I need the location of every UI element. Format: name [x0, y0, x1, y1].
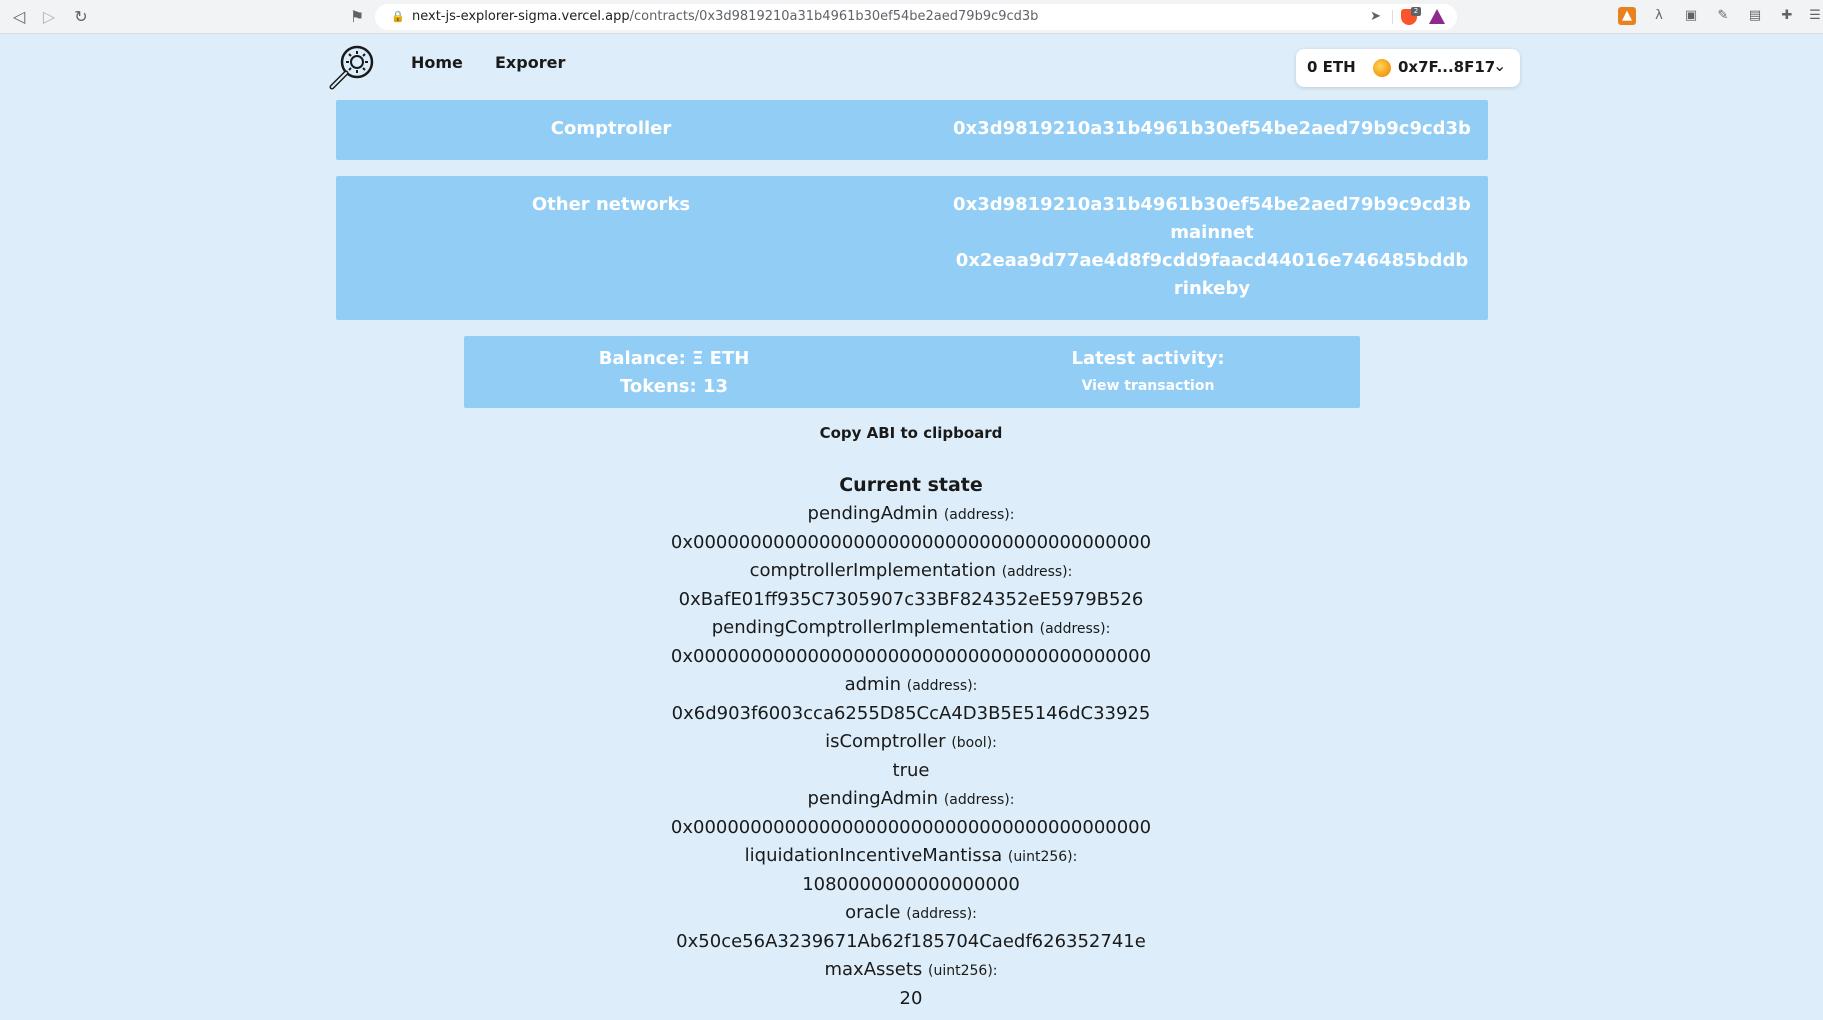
url-text: next-js-explorer-sigma.vercel.app/contra… — [412, 4, 1038, 30]
state-field-value: 0x00000000000000000000000000000000000000… — [670, 532, 1152, 553]
state-field-value: 1080000000000000000 — [802, 874, 1020, 895]
state-field-type: (address): — [906, 906, 977, 922]
summary-panel: Balance: Ξ ETH Tokens: 13 Latest activit… — [464, 336, 1360, 408]
state-field-label: liquidationIncentiveMantissa (uint256): — [745, 845, 1078, 866]
state-field-type: (address): — [943, 792, 1015, 808]
extensions-puzzle-icon[interactable]: ✚ — [1778, 7, 1796, 25]
state-field-label: admin (address): — [845, 674, 978, 695]
network-name: rinkeby — [1173, 278, 1251, 299]
explorer-logo-icon[interactable] — [327, 43, 377, 93]
state-field-type: (address): — [906, 678, 978, 694]
state-field-type: (address): — [1039, 621, 1111, 637]
reload-icon[interactable]: ↻ — [70, 6, 92, 28]
url-path: /contracts/0x3d9819210a31b4961b30ef54be2… — [629, 9, 1039, 24]
metamask-extension-icon[interactable]: ▲ — [1618, 7, 1636, 25]
state-field-name: isComptroller — [825, 731, 946, 752]
state-field-value: 0xBafE01ff935C7305907c33BF824352eE5979B5… — [678, 589, 1144, 610]
current-state-title: Current state — [839, 474, 983, 496]
network-name: mainnet — [1170, 222, 1254, 243]
copy-abi-button[interactable]: Copy ABI to clipboard — [820, 424, 1003, 442]
nav-home[interactable]: Home — [411, 53, 463, 72]
state-field-value: 0x00000000000000000000000000000000000000… — [670, 817, 1152, 838]
nav-explorer[interactable]: Exporer — [495, 53, 565, 72]
state-field-type: (address): — [943, 507, 1015, 523]
state-field-name: admin — [844, 674, 902, 695]
other-networks-panel: Other networks 0x3d9819210a31b4961b30ef5… — [336, 176, 1488, 320]
balance-text: Balance: Ξ ETH — [598, 348, 750, 369]
state-field-name: maxAssets — [824, 959, 923, 980]
wallet-button[interactable]: 0 ETH 0x7F...8F17 ⌄ — [1296, 49, 1520, 87]
state-field-type: (uint256): — [1007, 849, 1078, 865]
state-field-value: 20 — [899, 988, 923, 1009]
state-field-label: maxAssets (uint256): — [824, 959, 997, 980]
lock-icon: 🔒 — [391, 10, 405, 23]
back-icon[interactable]: ◁ — [8, 6, 30, 28]
contract-name: Comptroller — [550, 118, 672, 139]
other-networks-label: Other networks — [531, 194, 691, 215]
state-field-name: comptrollerImplementation — [749, 560, 996, 581]
state-field-type: (bool): — [951, 735, 997, 751]
extension-icon[interactable]: ▤ — [1746, 7, 1764, 25]
state-field-name: oracle — [845, 902, 901, 923]
state-field-label: pendingComptrollerImplementation (addres… — [712, 617, 1111, 638]
wallet-balance: 0 ETH — [1307, 58, 1356, 76]
state-field-value: 0x6d903f6003cca6255D85CcA4D3B5E5146dC339… — [671, 703, 1151, 724]
wallet-avatar — [1373, 59, 1391, 77]
state-field-type: (address): — [1001, 564, 1073, 580]
state-field-label: pendingAdmin (address): — [808, 503, 1015, 524]
tokens-text: Tokens: 13 — [620, 376, 728, 397]
bookmark-icon[interactable]: ⚑ — [346, 6, 368, 28]
latest-activity-label: Latest activity: — [1071, 348, 1225, 369]
menu-icon[interactable]: ☰ — [1806, 7, 1823, 25]
forward-icon[interactable]: ▷ — [38, 6, 60, 28]
contract-header-panel: Comptroller 0x3d9819210a31b4961b30ef54be… — [336, 100, 1488, 160]
share-icon[interactable]: ➤ — [1370, 4, 1381, 30]
address-bar[interactable]: 🔒 next-js-explorer-sigma.vercel.app/cont… — [375, 4, 1457, 30]
state-field-value: 0x00000000000000000000000000000000000000… — [670, 646, 1152, 667]
state-field-type: (uint256): — [928, 963, 998, 979]
url-host: next-js-explorer-sigma.vercel.app — [412, 9, 630, 24]
state-field-name: pendingAdmin — [807, 503, 939, 524]
network-address-link[interactable]: 0x2eaa9d77ae4d8f9cdd9faacd44016e746485bd… — [956, 250, 1468, 271]
wallet-address: 0x7F...8F17 — [1398, 58, 1496, 76]
state-field-label: comptrollerImplementation (address): — [750, 560, 1073, 581]
state-field-label: pendingAdmin (address): — [808, 788, 1015, 809]
state-field-name: pendingAdmin — [807, 788, 939, 809]
brave-rewards-icon[interactable] — [1429, 9, 1445, 24]
state-field-name: liquidationIncentiveMantissa — [744, 845, 1003, 866]
network-address-link[interactable]: 0x3d9819210a31b4961b30ef54be2aed79b9c9cd… — [953, 194, 1471, 215]
state-field-value: 0x50ce56A3239671Ab62f185704Caedf62635274… — [676, 931, 1146, 952]
brave-shield-badge: 2 — [1411, 7, 1421, 16]
state-field-value: true — [892, 760, 930, 781]
eyedropper-extension-icon[interactable]: ✎ — [1714, 7, 1732, 25]
divider — [1392, 10, 1393, 24]
view-transaction-link[interactable]: View transaction — [1082, 378, 1215, 394]
extension-icon[interactable]: ▣ — [1682, 7, 1700, 25]
browser-toolbar: ◁ ▷ ↻ ⚑ 🔒 next-js-explorer-sigma.vercel.… — [0, 0, 1823, 34]
extension-icon[interactable]: λ — [1650, 7, 1668, 25]
contract-address: 0x3d9819210a31b4961b30ef54be2aed79b9c9cd… — [953, 118, 1471, 139]
state-field-name: pendingComptrollerImplementation — [711, 617, 1034, 638]
state-field-label: oracle (address): — [845, 902, 977, 923]
state-field-label: isComptroller (bool): — [825, 731, 997, 752]
chevron-down-icon: ⌄ — [1493, 56, 1507, 75]
